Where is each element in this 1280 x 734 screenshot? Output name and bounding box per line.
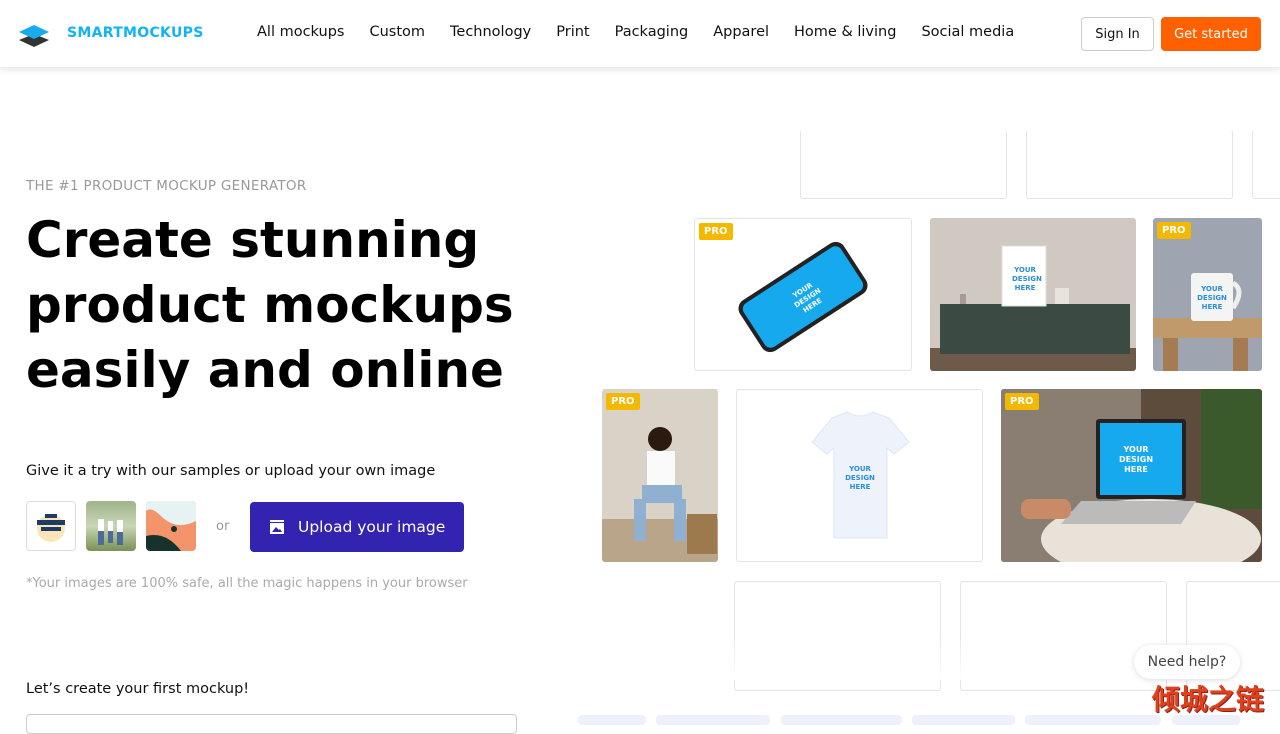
- mockup-tile-poster[interactable]: YOUR DESIGN HERE: [930, 218, 1136, 371]
- nav-print[interactable]: Print: [556, 24, 589, 40]
- first-mockup-heading: Let’s create your first mockup!: [26, 681, 250, 697]
- nav-packaging[interactable]: Packaging: [615, 24, 689, 40]
- main-menu: All mockups Custom Technology Print Pack…: [257, 24, 1039, 40]
- sample-logo[interactable]: [26, 501, 76, 551]
- eyebrow: THE #1 PRODUCT MOCKUP GENERATOR: [26, 178, 307, 194]
- top-nav: SMARTMOCKUPS All mockups Custom Technolo…: [0, 0, 1280, 67]
- mockup-tile[interactable]: [1252, 130, 1280, 199]
- category-chip[interactable]: [781, 715, 902, 725]
- safety-note: *Your images are 100% safe, all the magi…: [26, 576, 468, 591]
- mockup-tile-man-tshirt[interactable]: PRO: [602, 389, 718, 562]
- mockup-tile-phone[interactable]: PRO YOUR DESIGN HERE: [694, 218, 912, 371]
- nav-home-living[interactable]: Home & living: [794, 24, 896, 40]
- or-label: or: [216, 519, 230, 534]
- nav-apparel[interactable]: Apparel: [713, 24, 769, 40]
- mockup-tile[interactable]: [1026, 130, 1233, 199]
- nav-all-mockups[interactable]: All mockups: [257, 24, 344, 40]
- nav-technology[interactable]: Technology: [450, 24, 531, 40]
- mockup-search-input[interactable]: [26, 714, 517, 734]
- category-chip[interactable]: [578, 715, 646, 725]
- page-title: Create stunning product mockups easily a…: [26, 211, 514, 399]
- pro-badge: PRO: [606, 393, 640, 410]
- watermark: 倾城之链: [1152, 683, 1265, 716]
- mockup-tile-mug[interactable]: PRO YOUR DESIGN HERE: [1153, 218, 1262, 371]
- get-started-button[interactable]: Get started: [1161, 17, 1261, 51]
- category-chip[interactable]: [1025, 715, 1161, 725]
- sample-photo[interactable]: [86, 501, 136, 551]
- upload-image-button[interactable]: Upload your image: [250, 502, 464, 552]
- nav-social-media[interactable]: Social media: [921, 24, 1014, 40]
- logo-icon[interactable]: [18, 24, 50, 48]
- mockup-tile[interactable]: [800, 130, 1007, 199]
- mockup-tile-tshirt[interactable]: YOUR DESIGN HERE: [736, 389, 983, 562]
- try-text: Give it a try with our samples or upload…: [26, 463, 436, 479]
- brand-name[interactable]: SMARTMOCKUPS: [67, 25, 204, 41]
- upload-label: Upload your image: [298, 518, 446, 536]
- category-chip[interactable]: [656, 715, 770, 725]
- need-help-button[interactable]: Need help?: [1134, 645, 1240, 679]
- pro-badge: PRO: [699, 223, 733, 240]
- nav-custom[interactable]: Custom: [369, 24, 425, 40]
- sign-in-button[interactable]: Sign In: [1081, 17, 1154, 51]
- category-chip[interactable]: [912, 715, 1015, 725]
- sample-illustration[interactable]: [146, 501, 196, 551]
- image-icon: [270, 520, 284, 534]
- pro-badge: PRO: [1157, 222, 1191, 239]
- mockup-tile-laptop[interactable]: PRO YOUR DESIGN HERE: [1001, 389, 1262, 562]
- pro-badge: PRO: [1005, 393, 1039, 410]
